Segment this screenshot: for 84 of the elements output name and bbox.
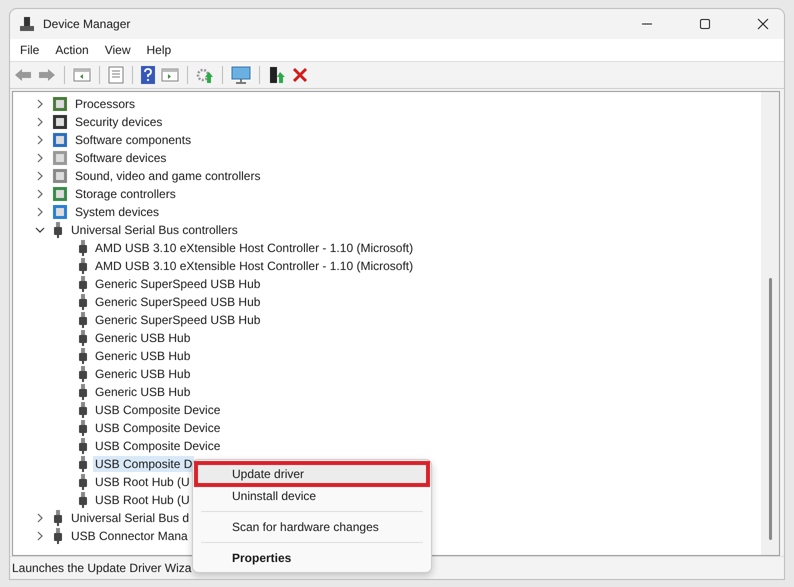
document-icon[interactable] [108, 66, 124, 84]
device-category-icon [52, 168, 68, 184]
tree-item[interactable]: Processors [73, 96, 138, 112]
context-menu-item[interactable]: Update driver [196, 463, 428, 485]
expand-chevron-icon[interactable] [35, 153, 45, 163]
tree-item[interactable]: Generic USB Hub [93, 384, 192, 400]
usb-plug-icon [77, 366, 89, 382]
expand-chevron-icon[interactable] [35, 135, 45, 145]
tree-item[interactable]: USB Root Hub (U [93, 492, 192, 508]
tree-item[interactable]: USB Composite Device [93, 420, 222, 436]
collapse-chevron-icon[interactable] [35, 225, 45, 235]
expand-chevron-icon[interactable] [35, 99, 45, 109]
maximize-icon[interactable] [699, 18, 711, 30]
tree-item[interactable]: Software components [73, 132, 194, 148]
context-menu-item[interactable]: Uninstall device [196, 485, 428, 507]
tree-item[interactable]: USB Root Hub (U [93, 474, 192, 490]
usb-plug-icon [52, 528, 64, 544]
scan-gear-icon[interactable] [196, 66, 214, 84]
usb-plug-icon [52, 510, 64, 526]
menu-item[interactable]: Help [146, 43, 172, 57]
usb-plug-icon [77, 402, 89, 418]
tree-item[interactable]: Sound, video and game controllers [73, 168, 262, 184]
device-category-icon [52, 186, 68, 202]
scrollbar[interactable] [761, 92, 779, 555]
usb-plug-icon [77, 420, 89, 436]
update-device-icon[interactable] [268, 66, 286, 84]
expand-chevron-icon[interactable] [35, 531, 45, 541]
monitor-icon[interactable] [231, 66, 251, 84]
device-category-icon [52, 96, 68, 112]
usb-plug-icon [77, 330, 89, 346]
menu-item[interactable]: Action [55, 43, 89, 57]
tree-item[interactable]: USB Composite Device [93, 402, 222, 418]
context-menu-item[interactable]: Properties [196, 547, 428, 569]
tree-item[interactable]: Generic SuperSpeed USB Hub [93, 312, 262, 328]
tree-item[interactable]: Generic USB Hub [93, 348, 192, 364]
tree-item[interactable]: AMD USB 3.10 eXtensible Host Controller - 1.10 (Microsoft) [93, 258, 416, 274]
device-icon [19, 16, 35, 32]
device-category-icon [52, 150, 68, 166]
tree-item[interactable]: Storage controllers [73, 186, 178, 202]
forward-arrow-icon[interactable] [38, 68, 56, 82]
usb-plug-icon [77, 456, 89, 472]
usb-plug-icon [77, 492, 89, 508]
tree-item[interactable]: Universal Serial Bus controllers [69, 222, 240, 238]
tree-item[interactable]: Generic USB Hub [93, 330, 192, 346]
tree-item[interactable]: Generic SuperSpeed USB Hub [93, 276, 262, 292]
menu-item[interactable]: View [104, 43, 130, 57]
expand-chevron-icon[interactable] [35, 207, 45, 217]
tree-item[interactable]: Security devices [73, 114, 164, 130]
usb-plug-icon [77, 258, 89, 274]
expand-chevron-icon[interactable] [35, 513, 45, 523]
usb-plug-icon [77, 474, 89, 490]
tree-item[interactable]: USB Composite D [93, 456, 194, 472]
usb-plug-icon [77, 384, 89, 400]
device-category-icon [52, 204, 68, 220]
back-arrow-icon[interactable] [14, 68, 32, 82]
usb-plug-icon [77, 348, 89, 364]
tree-item[interactable]: AMD USB 3.10 eXtensible Host Controller - 1.10 (Microsoft) [93, 240, 416, 256]
window-title: Device Manager [43, 17, 130, 31]
tree-item[interactable]: USB Composite Device [93, 438, 222, 454]
usb-plug-icon [77, 276, 89, 292]
window-pane-icon[interactable] [73, 67, 91, 83]
device-category-icon [52, 114, 68, 130]
tree-item[interactable]: System devices [73, 204, 162, 220]
usb-plug-icon [52, 222, 64, 238]
expand-chevron-icon[interactable] [35, 189, 45, 199]
usb-plug-icon [77, 240, 89, 256]
help-icon[interactable] [141, 66, 155, 84]
tree-item[interactable]: Software devices [73, 150, 168, 166]
uninstall-x-icon[interactable] [292, 67, 308, 83]
usb-plug-icon [77, 312, 89, 328]
usb-plug-icon [77, 438, 89, 454]
window-pane-icon[interactable] [161, 67, 179, 83]
tree-item[interactable]: Generic SuperSpeed USB Hub [93, 294, 262, 310]
tree-item[interactable]: Universal Serial Bus d [69, 510, 192, 526]
tree-item[interactable]: USB Connector Mana [69, 528, 190, 544]
status-text: Launches the Update Driver Wiza [12, 561, 192, 575]
close-icon[interactable] [757, 18, 769, 30]
usb-plug-icon [77, 294, 89, 310]
expand-chevron-icon[interactable] [35, 117, 45, 127]
device-category-icon [52, 132, 68, 148]
menu-item[interactable]: File [20, 43, 40, 57]
context-menu-item[interactable]: Scan for hardware changes [196, 516, 428, 538]
expand-chevron-icon[interactable] [35, 171, 45, 181]
tree-item[interactable]: Generic USB Hub [93, 366, 192, 382]
